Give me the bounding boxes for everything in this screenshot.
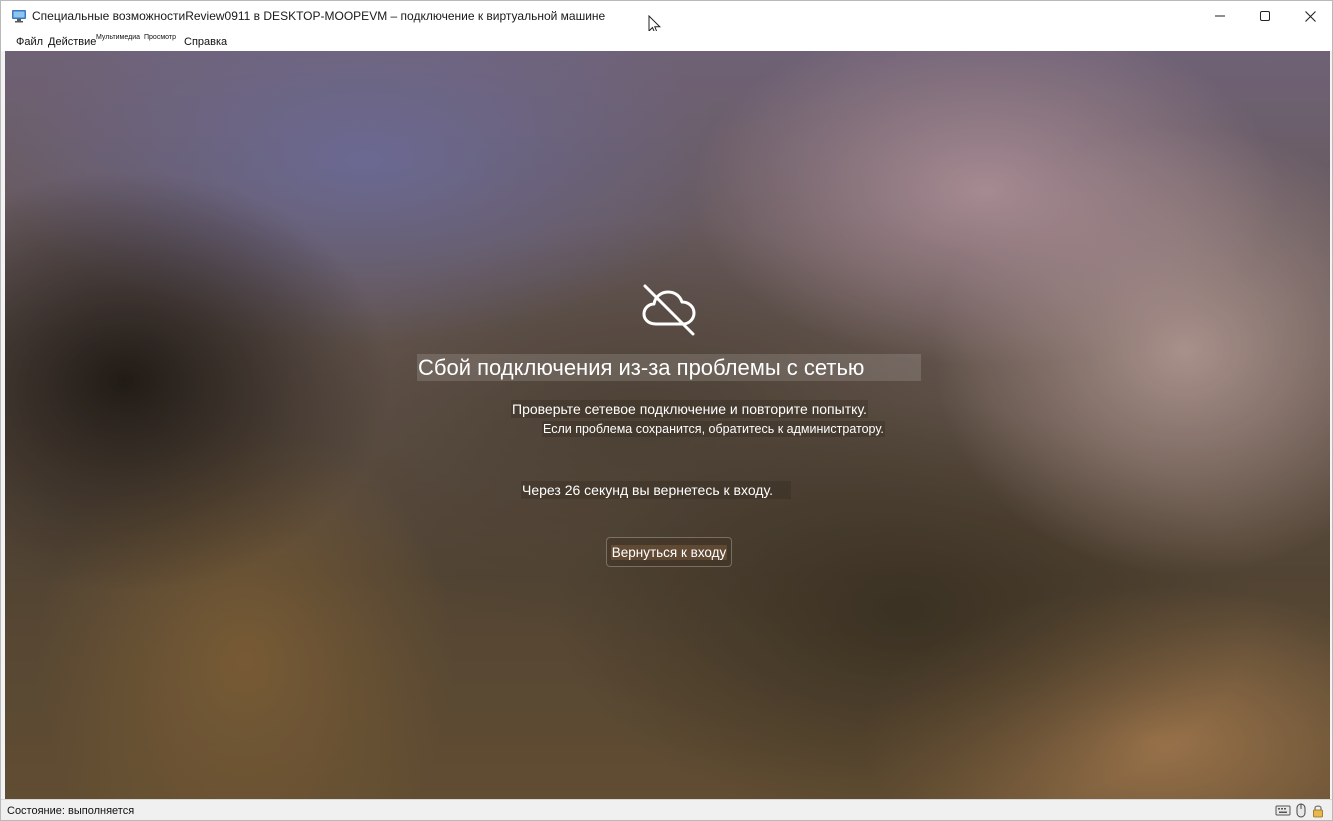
- mouse-icon: [1296, 803, 1306, 818]
- minimize-button[interactable]: [1197, 1, 1243, 31]
- vm-connect-icon: [12, 10, 26, 23]
- lock-icon: [1313, 805, 1323, 818]
- menu-file[interactable]: Файл: [16, 36, 43, 48]
- menu-bar: Файл Действие Мультимедиа Просмотр Справ…: [1, 31, 1332, 51]
- return-to-signin-button[interactable]: Вернуться к входу: [606, 537, 732, 567]
- maximize-icon: [1260, 11, 1270, 21]
- menu-help[interactable]: Справка: [184, 36, 227, 48]
- minimize-icon: [1215, 15, 1225, 17]
- keyboard-icon: [1275, 805, 1291, 816]
- error-message-line2: Если проблема сохранится, обратитесь к а…: [542, 421, 885, 437]
- error-title: Сбой подключения из-за проблемы с сетью: [417, 354, 921, 381]
- status-text: Состояние: выполняется: [7, 805, 135, 817]
- status-bar: Состояние: выполняется: [1, 799, 1332, 820]
- vm-connection-window: Специальные возможностиReview0911 в DESK…: [0, 0, 1333, 821]
- return-button-label: Вернуться к входу: [610, 544, 728, 560]
- close-button[interactable]: [1287, 1, 1333, 31]
- menu-view[interactable]: Просмотр: [144, 34, 176, 41]
- error-message-line1: Проверьте сетевое подключение и повторит…: [511, 400, 868, 418]
- cloud-off-icon: [642, 284, 696, 336]
- window-title: Специальные возможностиReview0911 в DESK…: [32, 9, 606, 23]
- vm-display[interactable]: Сбой подключения из-за проблемы с сетью …: [5, 51, 1330, 799]
- maximize-button[interactable]: [1242, 1, 1288, 31]
- title-bar[interactable]: Специальные возможностиReview0911 в DESK…: [1, 1, 1332, 31]
- menu-action[interactable]: Действие: [48, 36, 96, 48]
- close-icon: [1304, 10, 1316, 22]
- menu-media[interactable]: Мультимедиа: [96, 34, 140, 41]
- countdown-text: Через 26 секунд вы вернетесь к входу.: [521, 481, 791, 499]
